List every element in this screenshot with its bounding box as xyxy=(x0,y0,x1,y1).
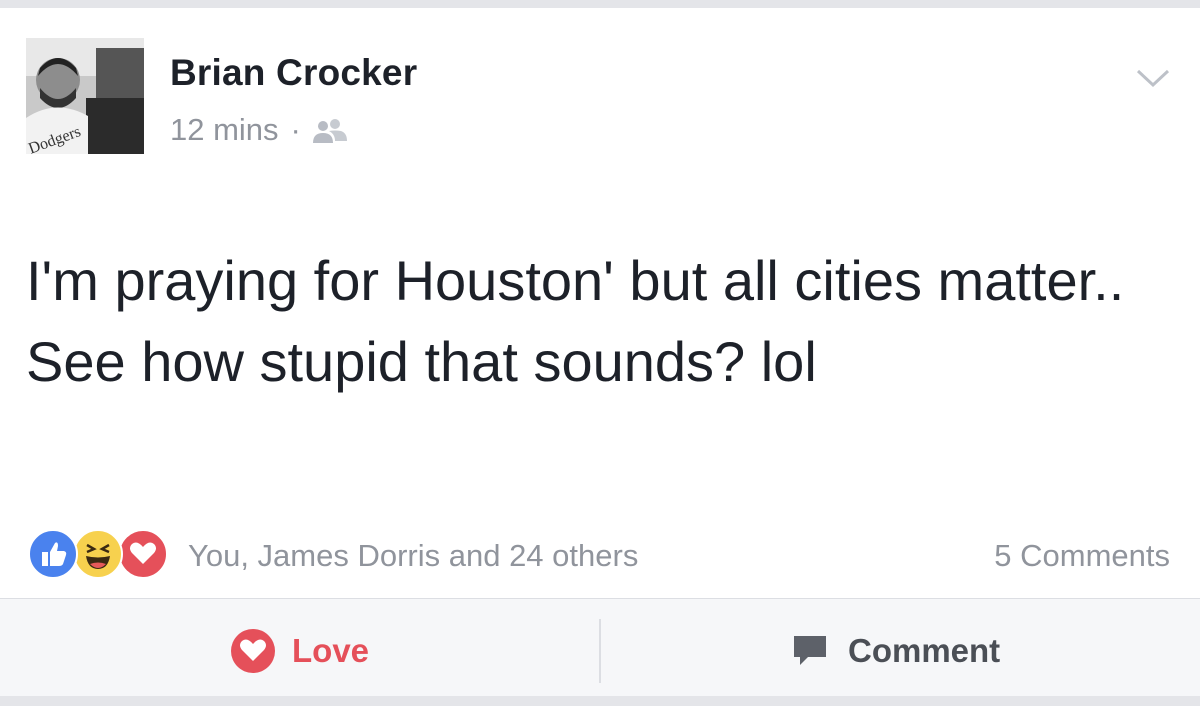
like-reaction-icon xyxy=(28,529,78,579)
love-button[interactable]: Love xyxy=(230,599,369,703)
author-avatar[interactable]: Dodgers xyxy=(26,38,144,154)
friends-icon[interactable] xyxy=(311,117,349,143)
love-reaction-icon xyxy=(118,529,168,579)
post-card: Dodgers Brian Crocker 12 mins · I'm pray… xyxy=(0,8,1200,706)
comment-button-label: Comment xyxy=(848,632,1001,669)
post-text: I'm praying for Houston' but all cities … xyxy=(26,249,1125,393)
action-bar: Love Comment xyxy=(0,598,1200,705)
haha-reaction-icon xyxy=(73,529,123,579)
comment-icon xyxy=(792,633,828,669)
post-timestamp[interactable]: 12 mins xyxy=(170,112,279,148)
love-button-label: Love xyxy=(292,632,370,669)
action-divider xyxy=(599,619,601,683)
post-meta: 12 mins · xyxy=(170,112,349,148)
love-icon xyxy=(230,628,276,674)
feed-separator-bottom xyxy=(0,696,1200,706)
author-name[interactable]: Brian Crocker xyxy=(170,52,417,94)
feed-separator-top xyxy=(0,0,1200,8)
meta-separator: · xyxy=(290,112,301,147)
reaction-icons[interactable] xyxy=(28,529,178,579)
chevron-down-icon[interactable] xyxy=(1134,66,1172,92)
reaction-summary[interactable]: You, James Dorris and 24 others xyxy=(188,538,638,574)
comments-count-link[interactable]: 5 Comments xyxy=(994,538,1170,574)
comment-button[interactable]: Comment xyxy=(792,599,1000,703)
